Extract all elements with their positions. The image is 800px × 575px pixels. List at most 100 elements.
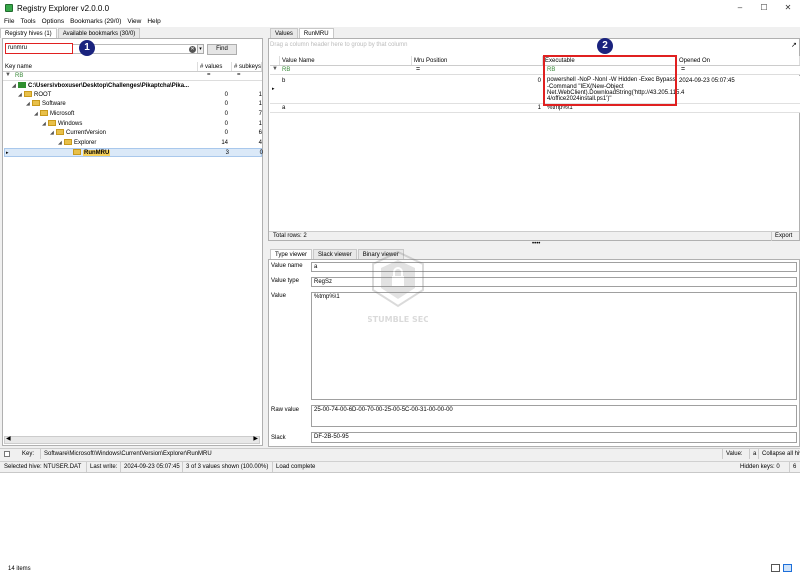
tree-row-software[interactable]: ◢ Software 0 1 bbox=[4, 100, 262, 109]
filter-eq-icon: = bbox=[681, 66, 686, 73]
tree-row-currentversion[interactable]: ◢ CurrentVersion 0 6 bbox=[4, 129, 262, 138]
tree-label: CurrentVersion bbox=[66, 130, 107, 136]
export-button[interactable]: Export bbox=[771, 232, 792, 241]
tree-subkeys: 4 bbox=[258, 140, 262, 146]
menu-help[interactable]: Help bbox=[147, 18, 160, 25]
menu-bookmarks[interactable]: Bookmarks (29/0) bbox=[70, 18, 121, 25]
search-input[interactable]: runmru bbox=[5, 43, 73, 54]
folder-icon bbox=[56, 129, 64, 136]
values-header: Value Name Mru Position Executable Opene… bbox=[270, 56, 800, 66]
selected-hive: Selected hive: NTUSER.DAT bbox=[4, 464, 82, 470]
collapse-all-hives[interactable]: Collapse all hiv bbox=[758, 449, 800, 459]
tree-label: Windows bbox=[58, 121, 83, 127]
mru-cell: 0 bbox=[537, 78, 541, 84]
tree-row-hive[interactable]: ◢ C:\Users\vboxuser\Desktop\Challenges\Pi… bbox=[4, 82, 262, 91]
filter-eq-icon: = bbox=[237, 72, 241, 78]
filter-eq-icon: = bbox=[416, 66, 421, 73]
tab-registry-hives[interactable]: Registry hives (1) bbox=[0, 28, 57, 38]
key-path: Software\Microsoft\Windows\CurrentVersio… bbox=[40, 449, 212, 459]
tab-slack-viewer[interactable]: Slack viewer bbox=[313, 249, 357, 259]
tree-subkeys: 0 bbox=[259, 150, 263, 156]
chevron-down-icon[interactable]: ▾ bbox=[197, 44, 204, 54]
maximize-button[interactable]: ☐ bbox=[752, 0, 776, 16]
tree-values: 0 bbox=[224, 111, 228, 117]
menu-options[interactable]: Options bbox=[42, 18, 64, 25]
annotation-badge-1: 1 bbox=[79, 40, 95, 56]
minimize-button[interactable]: – bbox=[728, 0, 752, 16]
load-status: Load complete bbox=[272, 462, 315, 472]
column-values[interactable]: # values bbox=[198, 62, 232, 71]
column-key-name[interactable]: Key name bbox=[3, 62, 198, 71]
row-pointer-icon: ▸ bbox=[272, 86, 275, 92]
menu-file[interactable]: File bbox=[4, 18, 14, 25]
tree-row-runmru[interactable]: ▸ RunMRU 3 0 bbox=[4, 148, 263, 157]
tree-label: Software bbox=[42, 101, 66, 107]
tree-row-explorer[interactable]: ◢ Explorer 14 4 bbox=[4, 139, 262, 148]
large-icons-view-icon[interactable] bbox=[783, 564, 792, 572]
key-bar: Key: Software\Microsoft\Windows\CurrentV… bbox=[0, 448, 800, 459]
scroll-left-icon[interactable]: ◀ bbox=[6, 435, 11, 442]
title-bar: Registry Explorer v2.0.0.0 – ☐ ✕ bbox=[0, 0, 800, 16]
menu-bar: File Tools Options Bookmarks (29/0) View… bbox=[0, 16, 800, 27]
tree-label: Microsoft bbox=[50, 111, 75, 117]
mru-cell: 1 bbox=[537, 105, 541, 111]
details-view-icon[interactable] bbox=[771, 564, 780, 572]
explorer-content: 14 items bbox=[0, 472, 800, 575]
tree-subkeys: 1 bbox=[258, 101, 262, 107]
hive-path: C:\Users\vboxuser\Desktop\Challenges\Pik… bbox=[28, 83, 190, 89]
tab-type-viewer[interactable]: Type viewer bbox=[270, 249, 313, 259]
column-opened-on[interactable]: Opened On bbox=[677, 56, 800, 65]
tab-available-bookmarks[interactable]: Available bookmarks (30/0) bbox=[57, 28, 141, 38]
filter-eq-icon: = bbox=[207, 72, 211, 78]
menu-tools[interactable]: Tools bbox=[20, 18, 35, 25]
folder-icon bbox=[24, 91, 32, 98]
tree-values: 0 bbox=[224, 121, 228, 127]
column-subkeys[interactable]: # subkeys bbox=[232, 62, 262, 71]
slack-field[interactable]: DF-2B-50-95 bbox=[311, 432, 797, 443]
splitter-grip[interactable]: •••• bbox=[532, 241, 540, 247]
watermark-text: STUMBLE SEC bbox=[368, 315, 428, 324]
column-mru-position[interactable]: Mru Position bbox=[412, 56, 543, 65]
value-label: Value: bbox=[722, 449, 743, 459]
watermark-logo: STUMBLE SEC bbox=[368, 250, 428, 324]
table-row[interactable]: ▸ b 0 powershell -NoP -NonI -W Hidden -E… bbox=[270, 76, 800, 104]
close-button[interactable]: ✕ bbox=[776, 0, 800, 16]
tree-row-microsoft[interactable]: ◢ Microsoft 0 7 bbox=[4, 110, 262, 119]
column-value-name[interactable]: Value Name bbox=[280, 56, 412, 65]
key-label: Key: bbox=[22, 451, 35, 457]
last-write-label: Last write: bbox=[86, 462, 117, 472]
hive-icon bbox=[18, 82, 26, 89]
tree-header: Key name # values # subkeys bbox=[3, 62, 262, 72]
clear-search-icon[interactable]: ✕ bbox=[189, 46, 196, 53]
scroll-right-icon[interactable]: ▶ bbox=[253, 435, 258, 442]
folder-icon bbox=[40, 110, 48, 117]
expand-icon[interactable]: ↗ bbox=[791, 41, 797, 49]
tree-row-root[interactable]: ◢ ROOT 0 1 bbox=[4, 91, 262, 100]
tree-filter-row[interactable]: ▼ R​B = = bbox=[3, 72, 262, 81]
values-filter-row[interactable]: ▼ R​B = R​B = bbox=[270, 66, 800, 75]
tree-values: 0 bbox=[224, 92, 228, 98]
tree-row-windows[interactable]: ◢ Windows 0 1 bbox=[4, 120, 262, 129]
window-title: Registry Explorer v2.0.0.0 bbox=[17, 3, 110, 13]
status-bar: Selected hive: NTUSER.DAT Last write: 20… bbox=[0, 461, 800, 472]
tree-subkeys: 6 bbox=[258, 130, 262, 136]
label-value-name: Value name bbox=[271, 263, 303, 269]
tree-values: 0 bbox=[224, 130, 228, 136]
label-raw-value: Raw value bbox=[271, 407, 300, 413]
table-row[interactable]: a 1 %tmp%\1 bbox=[270, 104, 800, 113]
values-footer: Total rows: 2 Export bbox=[269, 231, 799, 241]
find-button[interactable]: Find bbox=[207, 44, 237, 55]
total-rows: Total rows: 2 bbox=[273, 233, 307, 239]
raw-value-field[interactable]: 25-00-74-00-6D-00-70-00-25-00-5C-00-31-0… bbox=[311, 405, 797, 427]
label-value: Value bbox=[271, 293, 286, 299]
tab-values[interactable]: Values bbox=[270, 28, 298, 38]
annotation-badge-2: 2 bbox=[597, 38, 613, 54]
tab-runmru[interactable]: RunMRU bbox=[298, 28, 334, 38]
tree-label: ROOT bbox=[34, 92, 52, 98]
horizontal-scrollbar[interactable]: ◀ ▶ bbox=[4, 436, 260, 444]
label-value-type: Value type bbox=[271, 278, 299, 284]
executable-cell: %tmp%\1 bbox=[547, 105, 573, 111]
key-checkbox[interactable] bbox=[4, 451, 10, 457]
menu-view[interactable]: View bbox=[127, 18, 141, 25]
label-slack: Slack bbox=[271, 435, 286, 441]
